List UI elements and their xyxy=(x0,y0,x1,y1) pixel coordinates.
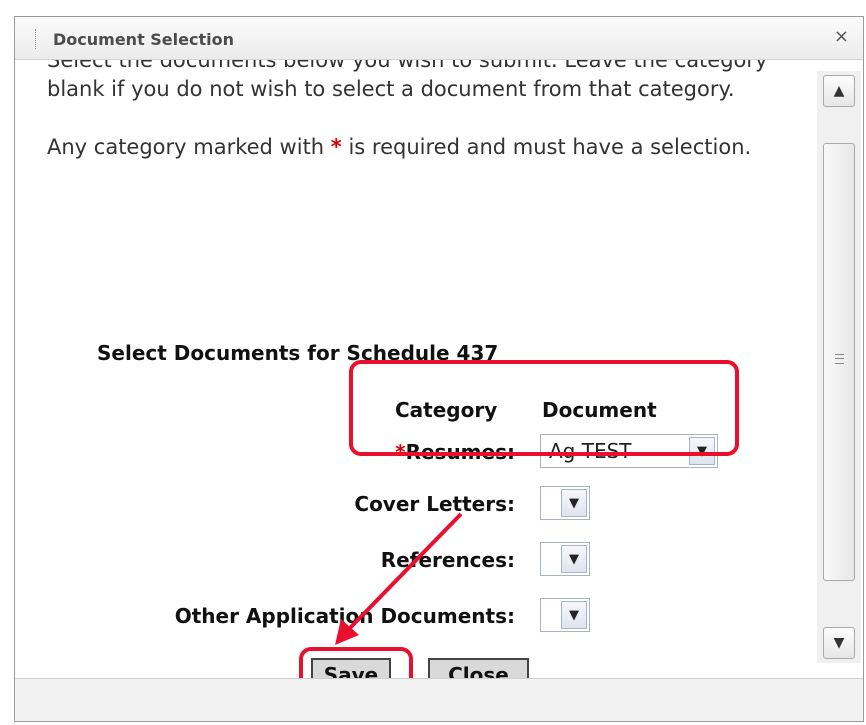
chevron-down-icon[interactable]: ▼ xyxy=(823,627,855,659)
close-icon[interactable]: × xyxy=(834,27,849,47)
required-asterisk: * xyxy=(395,440,406,464)
chevron-down-icon[interactable]: ▼ xyxy=(561,489,587,517)
references-label: References: xyxy=(380,548,515,572)
category-column-header: Category xyxy=(395,398,498,422)
grip-icon xyxy=(835,354,844,364)
required-note-suffix: is required and must have a selection. xyxy=(341,135,752,159)
resumes-select-value: Ag TEST xyxy=(549,439,632,463)
scroll-content: Select the documents below you wish to s… xyxy=(15,60,815,162)
required-note: Any category marked with * is required a… xyxy=(15,133,807,162)
required-asterisk: * xyxy=(330,135,342,159)
other-documents-label: Other Application Documents: xyxy=(174,604,515,628)
instruction-text: Select the documents below you wish to s… xyxy=(47,60,768,101)
section-title: Select Documents for Schedule 437 xyxy=(97,341,499,365)
vertical-scrollbar[interactable]: ▲ ▼ xyxy=(817,71,861,663)
drag-grip-icon[interactable] xyxy=(35,29,38,49)
scrollbar-thumb[interactable] xyxy=(823,143,855,581)
other-documents-select[interactable]: ▼ xyxy=(540,598,590,632)
chevron-down-icon[interactable]: ▼ xyxy=(689,437,715,465)
dialog-footer xyxy=(15,678,863,721)
chevron-up-icon[interactable]: ▲ xyxy=(823,75,855,107)
required-note-prefix: Any category marked with xyxy=(47,135,331,159)
resumes-select[interactable]: Ag TEST ▼ xyxy=(540,434,718,468)
cover-letters-label: Cover Letters: xyxy=(354,492,515,516)
references-select[interactable]: ▼ xyxy=(540,542,590,576)
dialog-title: Document Selection xyxy=(53,30,234,49)
resumes-label-text: Resumes: xyxy=(405,440,515,464)
chevron-down-icon[interactable]: ▼ xyxy=(561,545,587,573)
document-selection-dialog: Document Selection × Select the document… xyxy=(14,16,864,722)
chevron-down-icon[interactable]: ▼ xyxy=(561,601,587,629)
dialog-content: Select the documents below you wish to s… xyxy=(15,60,815,690)
cover-letters-select[interactable]: ▼ xyxy=(540,486,590,520)
document-column-header: Document xyxy=(542,398,657,422)
resumes-label: *Resumes: xyxy=(395,440,515,464)
dialog-titlebar[interactable]: Document Selection × xyxy=(15,17,863,60)
